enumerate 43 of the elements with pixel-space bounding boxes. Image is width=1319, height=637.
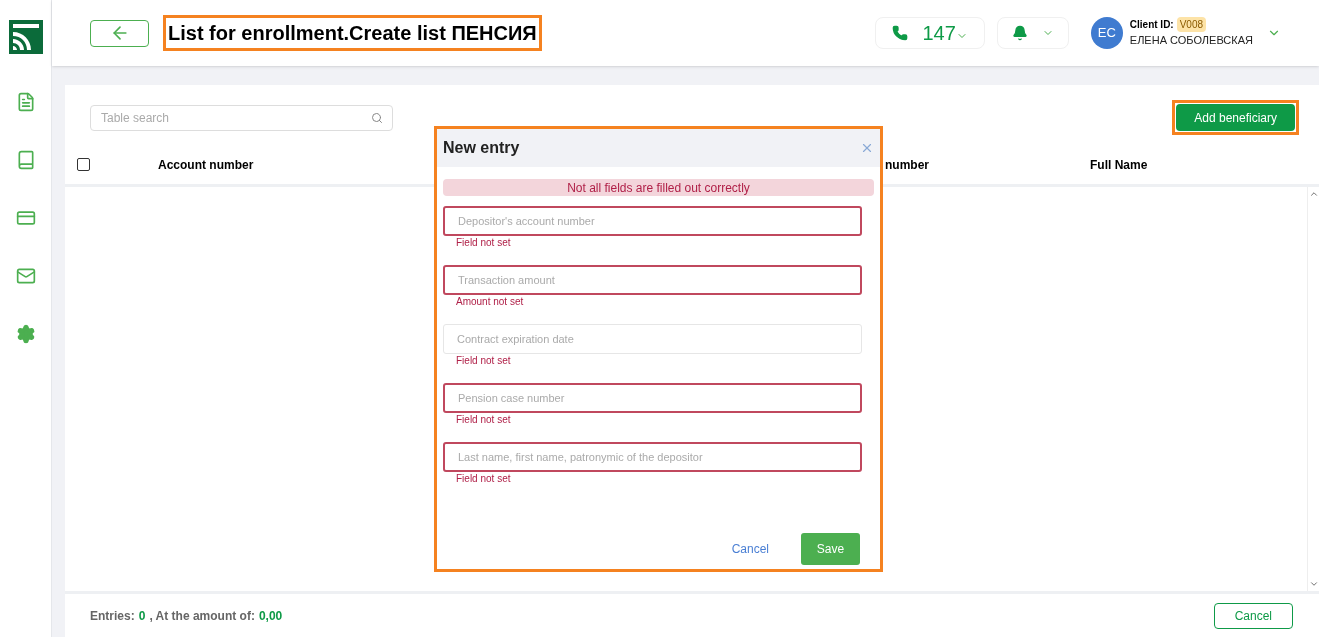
field-error: Field not set	[456, 472, 512, 486]
scrollbar[interactable]	[1307, 187, 1319, 591]
settings-icon[interactable]	[15, 324, 36, 344]
close-icon[interactable]	[860, 141, 874, 155]
add-beneficiary-button[interactable]: Add beneficiary	[1176, 104, 1295, 131]
select-all-checkbox[interactable]	[77, 158, 90, 171]
dialog-cancel-button[interactable]: Cancel	[731, 540, 769, 558]
phone-icon	[892, 25, 909, 41]
scroll-down-icon[interactable]	[1308, 579, 1319, 589]
client-id-badge: V008	[1176, 17, 1207, 33]
entries-count: 0	[138, 607, 146, 625]
input-field[interactable]: Last name, first name, patronymic of the depositor	[443, 442, 862, 472]
column-header: Full Name	[1090, 156, 1148, 174]
client-id-label: Client ID:	[1129, 18, 1174, 33]
amount-label: , At the amount of:	[149, 607, 255, 625]
cancel-button[interactable]: Cancel	[1213, 602, 1293, 629]
input-field[interactable]: Depositor's account number	[443, 206, 862, 236]
back-button[interactable]	[90, 19, 149, 47]
card-icon[interactable]	[15, 208, 36, 228]
field-error: Field not set	[456, 354, 512, 368]
field-error: Amount not set	[456, 295, 525, 309]
amount-value: 0,00	[258, 607, 283, 625]
notifications-button[interactable]	[996, 17, 1069, 49]
column-header: Account number	[158, 156, 255, 174]
scroll-up-icon[interactable]	[1308, 189, 1319, 199]
logo-icon	[8, 20, 43, 54]
search-icon[interactable]	[371, 111, 383, 124]
save-button[interactable]: Save	[801, 533, 860, 565]
mail-icon[interactable]	[15, 266, 36, 286]
calls-button[interactable]: 147	[875, 17, 985, 49]
input-field[interactable]: Pension case number	[443, 383, 862, 413]
bell-icon	[1011, 25, 1028, 41]
entries-label: Entries:	[90, 607, 135, 625]
column-header: number	[885, 156, 930, 174]
error-alert: Not all fields are filled out correctly	[443, 179, 874, 196]
dialog-title: New entry	[443, 138, 520, 158]
field-error: Field not set	[456, 236, 512, 250]
page-title: List for enrollment.Create list ПЕНСИЯ	[168, 22, 537, 44]
avatar[interactable]: EC	[1090, 17, 1123, 49]
input-field[interactable]: Transaction amount	[443, 265, 862, 295]
field-error: Field not set	[456, 413, 512, 427]
search-field[interactable]: Table search	[90, 104, 393, 131]
user-name: ЕЛЕНА СОБОЛЕВСКАЯ	[1129, 33, 1253, 49]
